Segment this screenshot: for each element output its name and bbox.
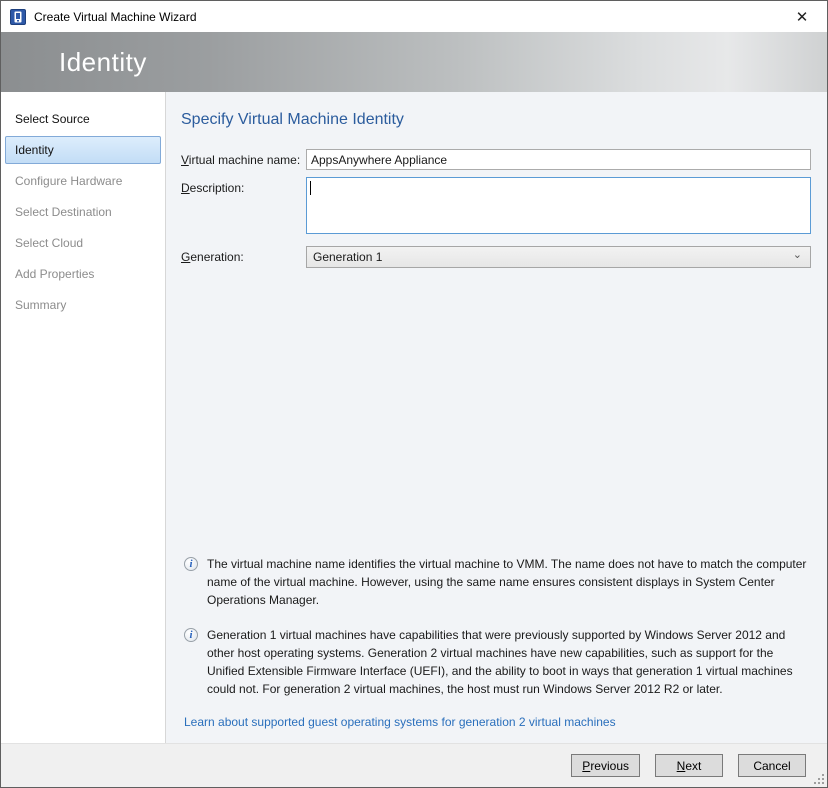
close-icon[interactable]: ✕ bbox=[787, 5, 817, 29]
generation-label: Generation: bbox=[181, 246, 306, 268]
vm-name-input[interactable] bbox=[306, 149, 811, 170]
vm-wizard-icon bbox=[10, 9, 26, 25]
sidebar-item-select-cloud[interactable]: Select Cloud bbox=[5, 229, 161, 257]
note-text: Generation 1 virtual machines have capab… bbox=[207, 626, 811, 698]
vm-name-row: Virtual machine name: bbox=[181, 149, 811, 170]
main-content: Specify Virtual Machine Identity Virtual… bbox=[166, 92, 827, 743]
sidebar-item-add-properties[interactable]: Add Properties bbox=[5, 260, 161, 288]
generation-selected-value: Generation 1 bbox=[313, 250, 793, 264]
description-label: Description: bbox=[181, 177, 306, 237]
previous-button[interactable]: Previous bbox=[571, 754, 640, 777]
generation-dropdown[interactable]: Generation 1 ⌄ bbox=[306, 246, 811, 268]
wizard-window: Create Virtual Machine Wizard ✕ Identity… bbox=[0, 0, 828, 788]
vm-name-label: Virtual machine name: bbox=[181, 149, 306, 170]
info-circle-icon: i bbox=[184, 557, 198, 571]
resize-grip[interactable] bbox=[812, 772, 824, 784]
next-button[interactable]: Next bbox=[655, 754, 723, 777]
wizard-steps-sidebar: Select Source Identity Configure Hardwar… bbox=[1, 92, 166, 743]
note-vm-name: i The virtual machine name identifies th… bbox=[181, 555, 811, 609]
chevron-down-icon: ⌄ bbox=[793, 250, 802, 261]
sidebar-item-summary[interactable]: Summary bbox=[5, 291, 161, 319]
cancel-button[interactable]: Cancel bbox=[738, 754, 806, 777]
note-generation: i Generation 1 virtual machines have cap… bbox=[181, 626, 811, 698]
window-title: Create Virtual Machine Wizard bbox=[34, 10, 787, 24]
info-notes: i The virtual machine name identifies th… bbox=[181, 555, 811, 743]
info-circle-icon: i bbox=[184, 628, 198, 642]
generation-row: Generation: Generation 1 ⌄ bbox=[181, 246, 811, 268]
wizard-step-banner: Identity bbox=[1, 32, 827, 92]
sidebar-item-select-destination[interactable]: Select Destination bbox=[5, 198, 161, 226]
banner-title: Identity bbox=[1, 47, 147, 78]
sidebar-item-identity[interactable]: Identity bbox=[5, 136, 161, 164]
page-title: Specify Virtual Machine Identity bbox=[181, 111, 811, 129]
footer-bar: Previous Next Cancel bbox=[1, 743, 827, 787]
sidebar-item-configure-hardware[interactable]: Configure Hardware bbox=[5, 167, 161, 195]
title-bar: Create Virtual Machine Wizard ✕ bbox=[1, 1, 827, 32]
learn-more-link[interactable]: Learn about supported guest operating sy… bbox=[184, 715, 616, 729]
description-input[interactable] bbox=[306, 177, 811, 234]
note-text: The virtual machine name identifies the … bbox=[207, 555, 811, 609]
description-row: Description: bbox=[181, 177, 811, 237]
identity-form: Virtual machine name: Description: Gener… bbox=[181, 149, 811, 275]
sidebar-item-select-source[interactable]: Select Source bbox=[5, 105, 161, 133]
